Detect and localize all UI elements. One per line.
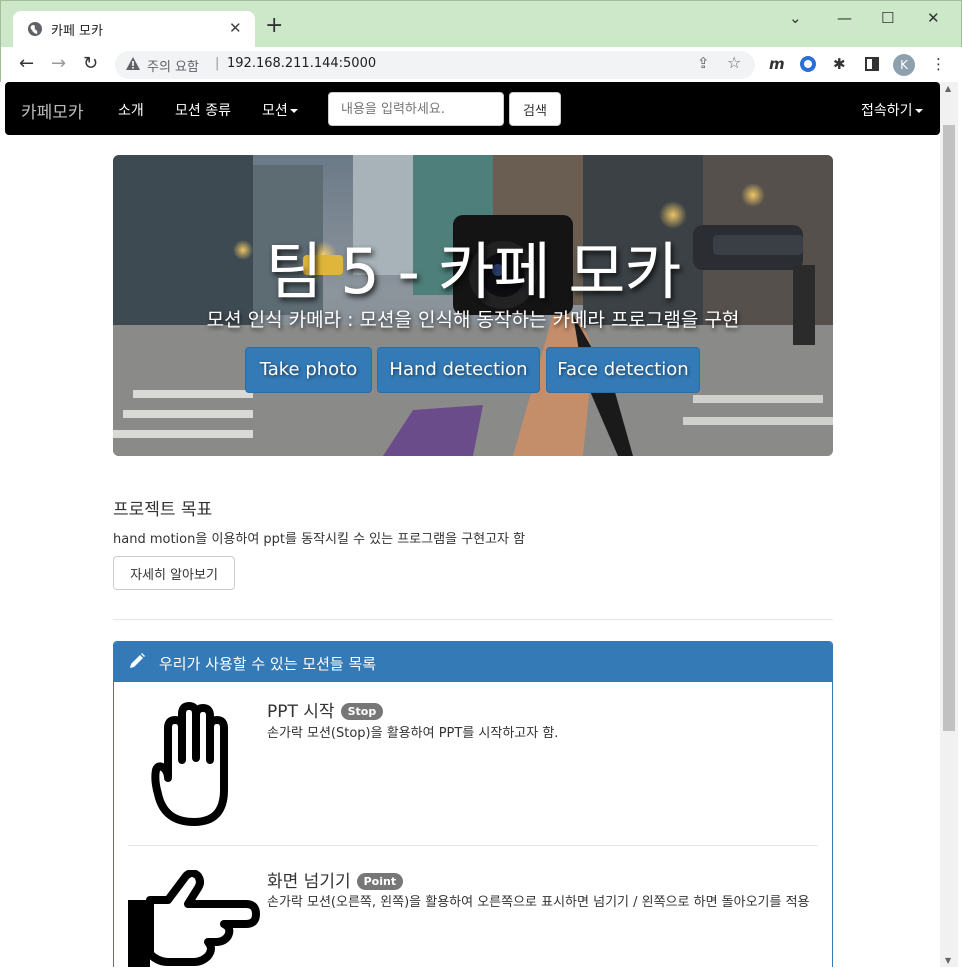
face-detection-button[interactable]: Face detection — [546, 347, 700, 393]
scroll-down-icon[interactable]: ▼ — [945, 956, 951, 965]
bookmark-star-icon[interactable]: ☆ — [727, 53, 741, 72]
page-viewport: 카페모카 소개 모션 종류 모션 검색 접속하기 — [5, 82, 940, 967]
address-bar[interactable]: 주의 요함 | 192.168.211.144:5000 ⇪ ☆ — [115, 51, 755, 79]
chevron-down-icon — [289, 109, 298, 113]
motion-item-description: 손가락 모션(Stop)을 활용하여 PPT를 시작하고자 함. — [267, 726, 559, 741]
maximize-icon[interactable]: ☐ — [881, 9, 894, 27]
browser-chrome: 카페 모카 ✕ + ⌄ — ☐ ✕ ← → ↻ 주의 요함 | 192.168.… — [0, 0, 962, 83]
navbar-brand[interactable]: 카페모카 — [21, 98, 84, 123]
goal-description: hand motion을 이용하여 ppt를 동작시킬 수 있는 프로그램을 구… — [113, 532, 526, 547]
page-scrollbar[interactable]: ▲ ▼ — [940, 82, 958, 967]
share-icon[interactable]: ⇪ — [697, 54, 710, 72]
extensions-puzzle-icon[interactable]: ✱ — [833, 55, 846, 73]
side-panel-icon[interactable] — [865, 57, 879, 71]
motion-item-title: PPT 시작 Stop — [267, 697, 384, 722]
hero-subtitle: 모션 인식 카메라 : 모션을 인식해 동작하는 카메라 프로그램을 구현 — [206, 309, 740, 331]
nav-dropdown-motion[interactable]: 모션 — [262, 100, 298, 120]
menu-kebab-icon[interactable]: ⋮ — [931, 55, 946, 73]
nav-link-motion-types[interactable]: 모션 종류 — [175, 100, 231, 120]
take-photo-button[interactable]: Take photo — [245, 347, 372, 393]
tab-strip: 카페 모카 ✕ + ⌄ — ☐ ✕ — [1, 1, 961, 47]
motion-item-description: 손가락 모션(오른쪽, 왼쪽)을 활용하여 오른쪽으로 표시하면 넘기기 / 왼… — [267, 895, 810, 910]
point-badge: Point — [356, 873, 404, 890]
panel-heading: 우리가 사용할 수 있는 모션들 목록 — [114, 642, 832, 682]
pencil-icon — [130, 653, 145, 668]
new-tab-icon[interactable]: + — [265, 15, 283, 37]
security-label: 주의 요함 — [147, 60, 199, 75]
search-input[interactable] — [328, 92, 504, 126]
hero-banner: 팀 5 - 카페 모카 모션 인식 카메라 : 모션을 인식해 동작하는 카메라… — [113, 155, 833, 456]
section-divider — [113, 619, 833, 620]
search-button[interactable]: 검색 — [509, 92, 561, 126]
motions-panel: 우리가 사용할 수 있는 모션들 목록 PPT 시작 Stop 손가락 모션(St… — [113, 641, 833, 967]
browser-toolbar: ← → ↻ 주의 요함 | 192.168.211.144:5000 ⇪ ☆ m… — [1, 47, 962, 83]
window-close-icon[interactable]: ✕ — [927, 9, 940, 27]
stop-badge: Stop — [340, 703, 384, 720]
hero-title: 팀 5 - 카페 모카 — [265, 235, 682, 308]
open-hand-icon — [151, 702, 228, 826]
top-navbar: 카페모카 소개 모션 종류 모션 검색 접속하기 — [5, 82, 940, 135]
nav-link-intro[interactable]: 소개 — [118, 100, 144, 120]
goal-heading: 프로젝트 목표 — [113, 500, 213, 520]
item-divider — [128, 845, 818, 846]
minimize-icon[interactable]: — — [837, 9, 852, 27]
tab-search-chevron-icon[interactable]: ⌄ — [789, 9, 802, 27]
nav-dropdown-motion-label: 모션 — [262, 103, 288, 119]
extension-m-icon[interactable]: m — [769, 55, 785, 73]
panel-title: 우리가 사용할 수 있는 모션들 목록 — [159, 655, 377, 673]
url-text[interactable]: 192.168.211.144:5000 — [227, 56, 376, 71]
tab-title: 카페 모카 — [51, 24, 103, 39]
learn-more-button[interactable]: 자세히 알아보기 — [113, 556, 235, 590]
nav-dropdown-connect[interactable]: 접속하기 — [861, 100, 923, 120]
omnibox-separator: | — [215, 56, 220, 71]
motion-item-title-text: 화면 넘기기 — [267, 872, 351, 892]
nav-dropdown-connect-label: 접속하기 — [861, 103, 913, 119]
motion-item-title-text: PPT 시작 — [267, 702, 335, 722]
pointing-hand-icon — [128, 870, 260, 967]
extension-circle-icon[interactable] — [799, 55, 817, 73]
chevron-down-icon — [914, 109, 923, 113]
tab-close-icon[interactable]: ✕ — [229, 19, 242, 37]
scrollbar-thumb[interactable] — [943, 125, 955, 731]
warning-icon — [126, 57, 140, 70]
globe-icon — [28, 22, 42, 36]
back-icon[interactable]: ← — [19, 53, 34, 75]
motion-item-title: 화면 넘기기 Point — [267, 867, 404, 892]
reload-icon[interactable]: ↻ — [83, 53, 98, 75]
hand-detection-button[interactable]: Hand detection — [377, 347, 540, 393]
browser-tab[interactable]: 카페 모카 ✕ — [13, 11, 255, 47]
forward-icon[interactable]: → — [51, 53, 66, 75]
scroll-up-icon[interactable]: ▲ — [945, 84, 951, 93]
profile-avatar[interactable]: K — [893, 54, 915, 76]
